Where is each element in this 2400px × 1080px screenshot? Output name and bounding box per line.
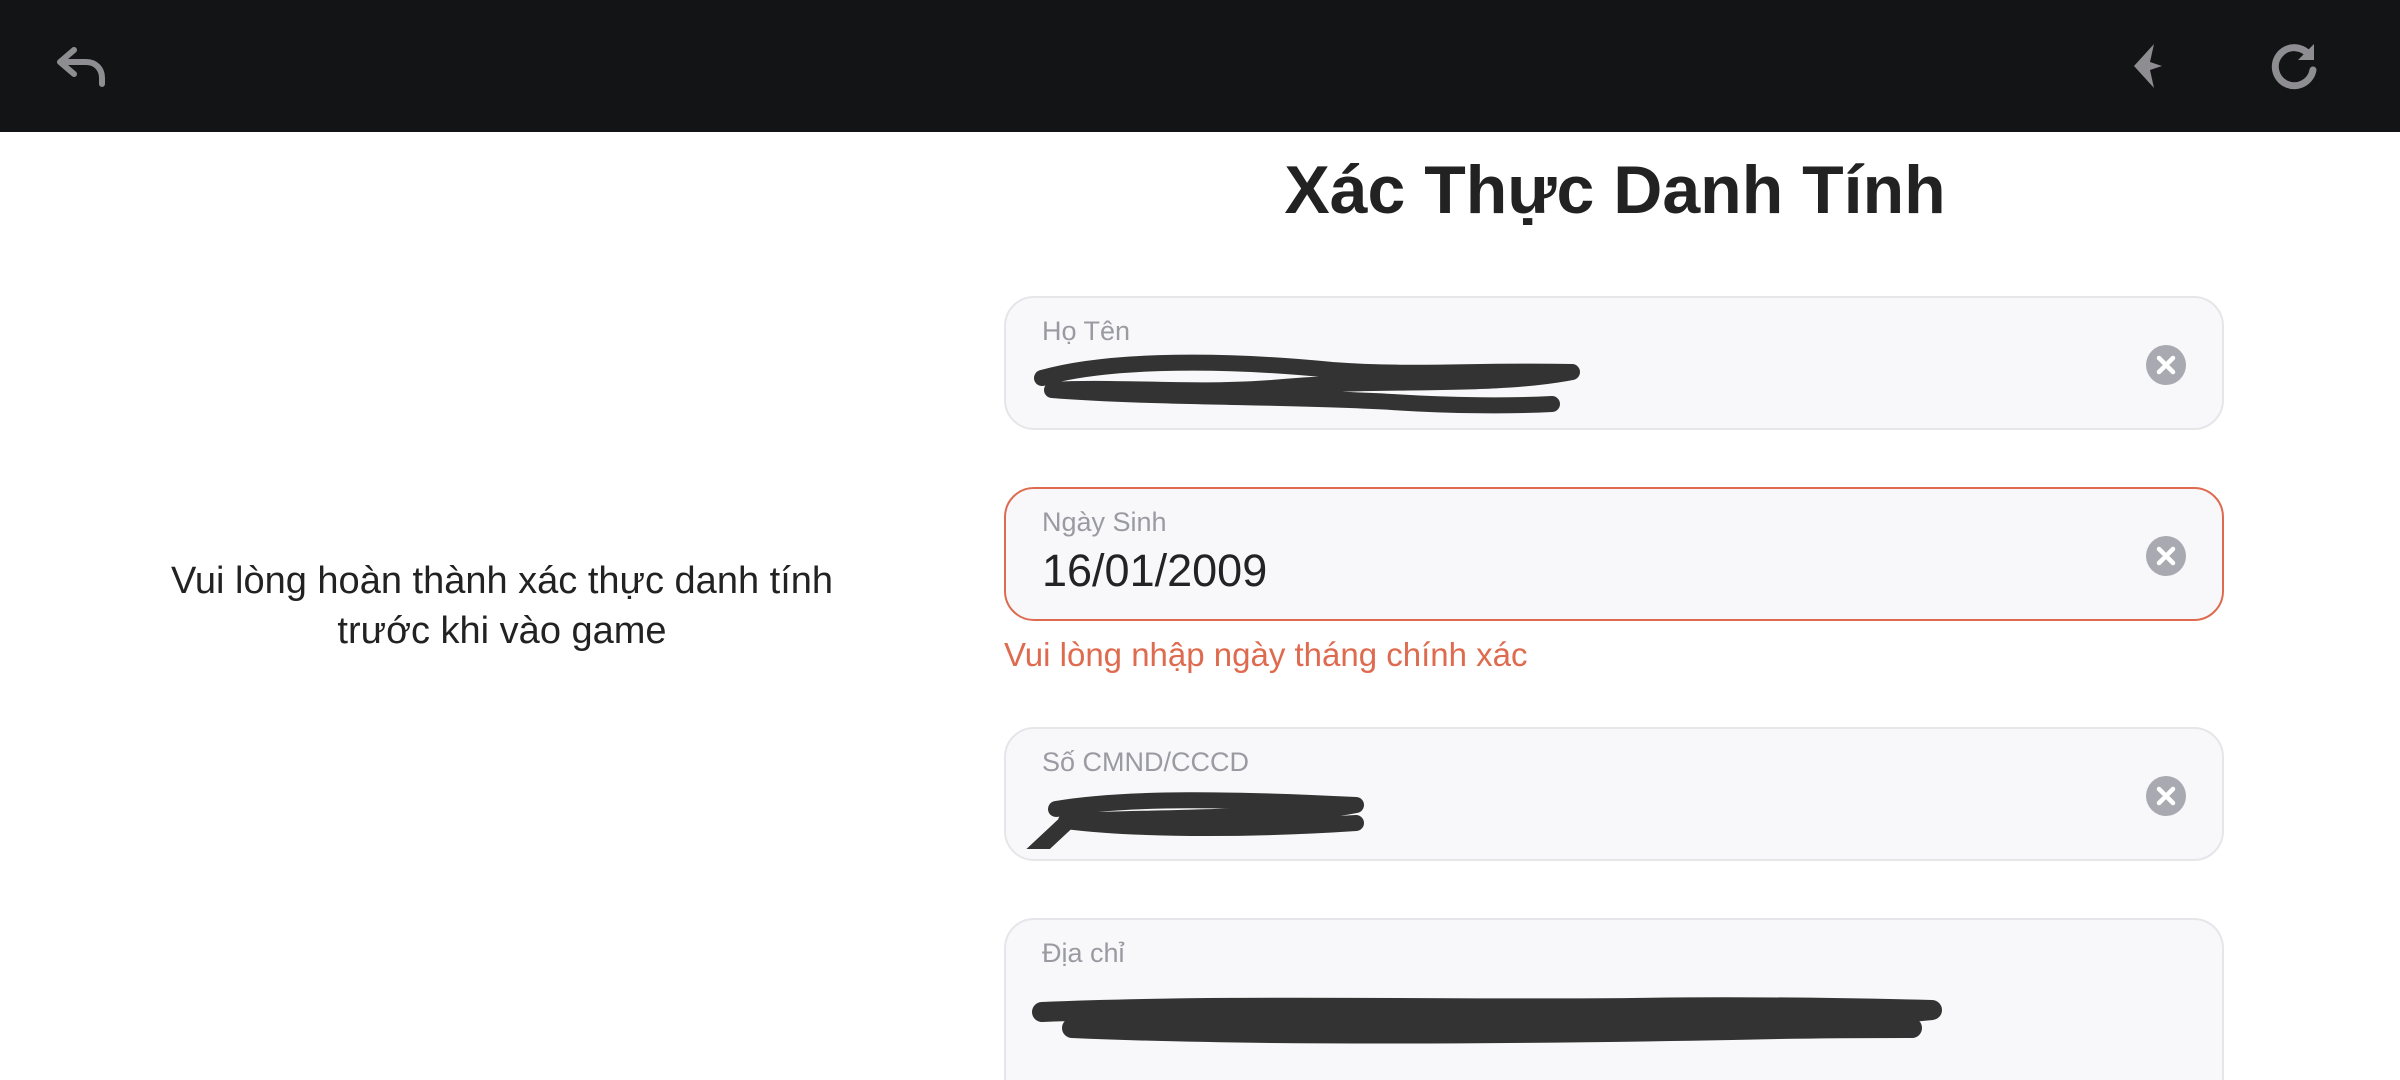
clear-icon [2156,546,2176,566]
clear-icon [2156,786,2176,806]
redaction-scribble [1032,997,1942,1044]
id-number-label: Số CMND/CCCD [1042,747,1250,777]
top-bar [0,0,2400,132]
clear-name-button[interactable] [2146,345,2186,385]
refresh-button[interactable] [2264,36,2324,96]
id-number-field[interactable]: Số CMND/CCCD [1004,727,2224,861]
dob-label: Ngày Sinh [1042,507,1167,537]
name-field[interactable]: Họ Tên [1004,296,2224,430]
verification-message: Vui lòng hoàn thành xác thực danh tính t… [170,560,834,652]
undo-arrow-icon [57,47,105,87]
address-field[interactable]: Địa chỉ [1004,918,2224,1080]
dob-error-message: Vui lòng nhập ngày tháng chính xác [1004,636,1528,673]
refresh-icon [2271,44,2317,90]
clear-dob-button[interactable] [2146,536,2186,576]
redaction-scribble [1026,792,1364,849]
address-label: Địa chỉ [1042,938,1125,968]
page-title: Xác Thực Danh Tính [1284,152,1946,228]
clear-id-number-button[interactable] [2146,776,2186,816]
assist-button[interactable] [2120,36,2180,96]
redaction-scribble [1034,354,1580,414]
name-label: Họ Tên [1042,316,1131,346]
dob-value: 16/01/2009 [1042,545,1268,596]
sparkle-arrow-icon [2134,44,2162,88]
dob-field[interactable]: Ngày Sinh 16/01/2009 [1004,487,2224,621]
back-button[interactable] [52,36,112,96]
clear-icon [2156,355,2176,375]
